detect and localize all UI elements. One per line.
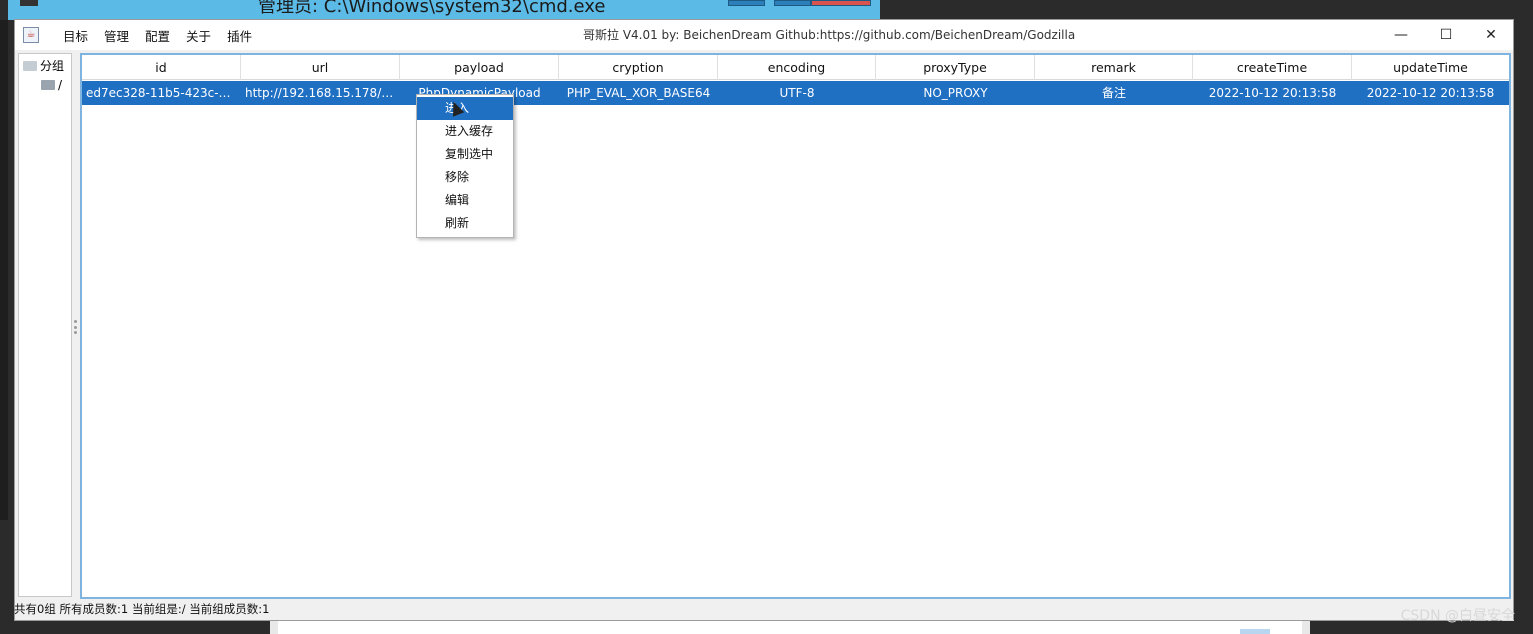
tree-node-root[interactable]: 分组 xyxy=(23,57,64,74)
cell-proxytype: NO_PROXY xyxy=(923,86,988,100)
column-header-remark[interactable]: remark xyxy=(1035,55,1193,80)
column-header-updatetime[interactable]: updateTime xyxy=(1352,55,1509,80)
column-header-payload[interactable]: payload xyxy=(400,55,559,80)
menu-target[interactable]: 目标 xyxy=(55,26,96,45)
background-maximize-button[interactable] xyxy=(774,0,811,6)
cmd-icon xyxy=(20,0,38,6)
godzilla-window: ☕ 目标 管理 配置 关于 插件 哥斯拉 V4.01 by: BeichenDr… xyxy=(14,19,1514,621)
folder-icon xyxy=(41,80,55,90)
context-menu-enter-cache[interactable]: 进入缓存 xyxy=(417,120,513,143)
background-close-button[interactable] xyxy=(811,0,871,6)
menu-bar: 目标 管理 配置 关于 插件 xyxy=(55,20,260,50)
context-menu-refresh[interactable]: 刷新 xyxy=(417,212,513,235)
menu-about[interactable]: 关于 xyxy=(178,26,219,45)
context-menu: 进入 进入缓存 复制选中 移除 编辑 刷新 xyxy=(416,94,514,238)
maximize-button[interactable]: ☐ xyxy=(1424,20,1468,50)
status-bar: 共有0组 所有成员数:1 当前组是:/ 当前组成员数:1 xyxy=(14,602,270,616)
table-header: id url payload cryption encoding proxyTy… xyxy=(82,55,1509,80)
column-header-cryption[interactable]: cryption xyxy=(559,55,718,80)
title-bar: ☕ 目标 管理 配置 关于 插件 哥斯拉 V4.01 by: BeichenDr… xyxy=(15,20,1513,50)
background-minimize-button[interactable] xyxy=(728,0,765,6)
table-row[interactable]: ed7ec328-11b5-423c-93... http://192.168.… xyxy=(82,81,1509,105)
column-header-url[interactable]: url xyxy=(241,55,400,80)
cell-encoding: UTF-8 xyxy=(779,86,815,100)
shell-table: id url payload cryption encoding proxyTy… xyxy=(80,53,1511,599)
close-button[interactable]: ✕ xyxy=(1469,20,1513,50)
splitter-handle[interactable] xyxy=(74,320,77,334)
context-menu-copy-selected[interactable]: 复制选中 xyxy=(417,143,513,166)
cell-remark: 备注 xyxy=(1101,86,1126,100)
tree-root-label: 分组 xyxy=(40,59,65,73)
background-cmd-title: 管理员: C:\Windows\system32\cmd.exe xyxy=(258,0,606,17)
java-app-icon: ☕ xyxy=(23,27,39,43)
menu-plugins[interactable]: 插件 xyxy=(219,26,260,45)
cell-url: http://192.168.15.178/aa... xyxy=(245,86,400,100)
background-side-strip xyxy=(0,20,8,520)
window-title: 哥斯拉 V4.01 by: BeichenDream Github:https:… xyxy=(583,28,1076,42)
cell-cryption: PHP_EVAL_XOR_BASE64 xyxy=(566,86,711,100)
menu-config[interactable]: 配置 xyxy=(137,26,178,45)
cell-createtime: 2022-10-12 20:13:58 xyxy=(1208,86,1337,100)
cell-updatetime: 2022-10-12 20:13:58 xyxy=(1366,86,1495,100)
context-menu-edit[interactable]: 编辑 xyxy=(417,189,513,212)
column-header-id[interactable]: id xyxy=(82,55,241,80)
column-header-encoding[interactable]: encoding xyxy=(718,55,876,80)
background-bottom-button xyxy=(1240,629,1270,634)
watermark: CSDN @白昼安全 xyxy=(1400,608,1515,624)
background-bottom-panel xyxy=(278,620,1302,634)
tree-node-slash[interactable]: / xyxy=(41,78,62,92)
column-header-createtime[interactable]: createTime xyxy=(1193,55,1352,80)
minimize-button[interactable]: — xyxy=(1379,20,1423,50)
cell-id: ed7ec328-11b5-423c-93... xyxy=(86,86,241,100)
tree-child-label: / xyxy=(58,78,63,92)
context-menu-enter[interactable]: 进入 xyxy=(417,97,513,120)
folder-open-icon xyxy=(23,60,37,71)
menu-manage[interactable]: 管理 xyxy=(96,26,137,45)
column-header-proxytype[interactable]: proxyType xyxy=(876,55,1035,80)
context-menu-remove[interactable]: 移除 xyxy=(417,166,513,189)
group-tree: 分组 / xyxy=(18,53,72,597)
